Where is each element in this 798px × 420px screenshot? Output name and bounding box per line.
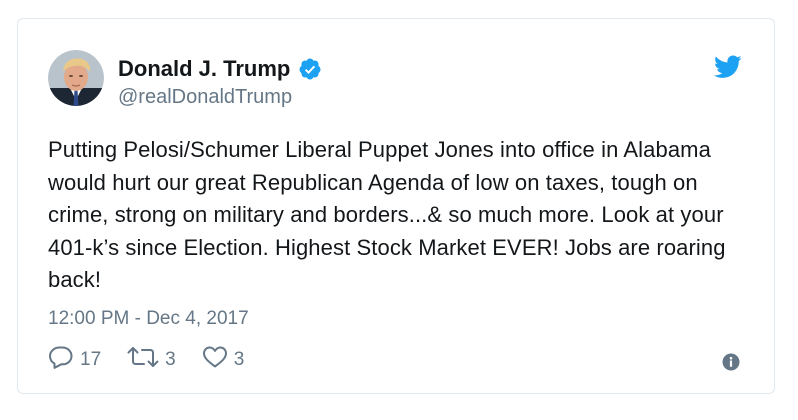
reply-icon [48,345,80,375]
verified-badge-icon [298,57,322,81]
like-button[interactable]: 3 [202,345,245,375]
reply-button[interactable]: 17 [48,345,101,375]
tweet-text: Putting Pelosi/Schumer Liberal Puppet Jo… [48,137,726,292]
author-name-row[interactable]: Donald J. Trump [118,56,322,82]
heart-icon [202,345,234,375]
reply-count: 17 [80,349,102,370]
author-handle[interactable]: @realDonaldTrump [118,85,292,109]
retweet-count: 3 [165,349,176,370]
like-count: 3 [233,349,245,370]
tweet-actions: 17 3 3 [48,345,270,375]
avatar[interactable] [48,50,104,106]
info-icon[interactable] [722,353,740,371]
tweet-timestamp[interactable]: 12:00 PM - Dec 4, 2017 [48,307,249,331]
tweet-card: Donald J. Trump @realDonaldTrump Putting… [17,18,775,394]
retweet-icon [127,345,165,375]
twitter-bird-icon[interactable] [714,55,742,79]
author-name[interactable]: Donald J. Trump [118,56,290,82]
retweet-button[interactable]: 3 [127,345,176,375]
